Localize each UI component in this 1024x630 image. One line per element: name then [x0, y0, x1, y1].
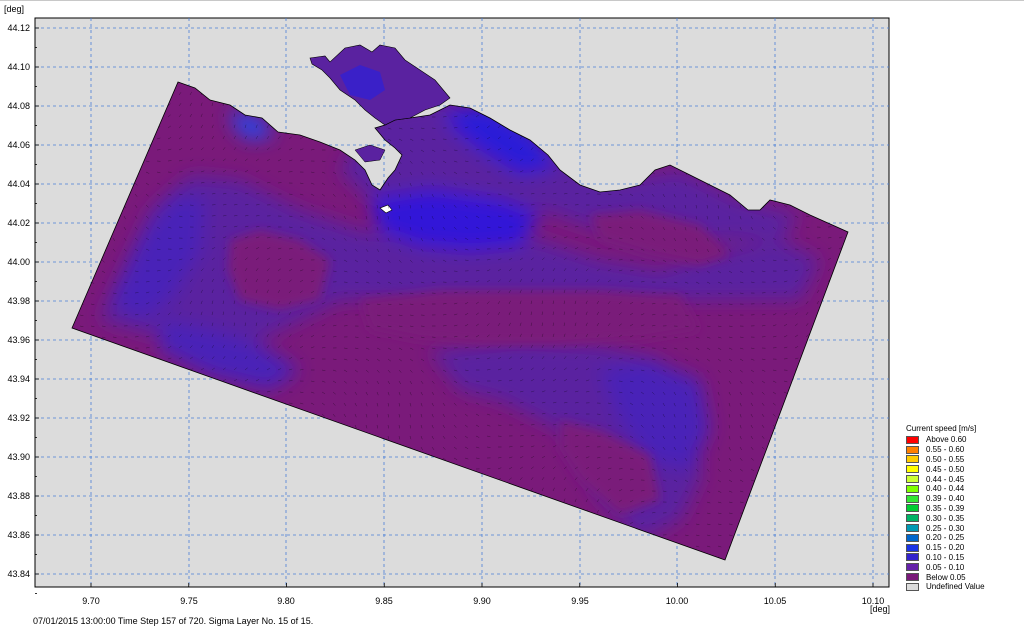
legend-item: 0.20 - 0.25: [906, 533, 1018, 543]
legend-swatch: [906, 524, 919, 533]
y-tick-label: 44.02: [7, 218, 30, 228]
y-tick-label: 44.12: [7, 23, 30, 33]
y-tick-label: 43.98: [7, 296, 30, 306]
legend-item-label: 0.44 - 0.45: [926, 474, 965, 484]
legend-swatch: [906, 582, 919, 591]
y-tick-label: 43.88: [7, 491, 30, 501]
field-below-005: [360, 290, 700, 345]
legend-item: Above 0.60: [906, 435, 1018, 445]
legend-item-label: 0.10 - 0.15: [926, 552, 965, 562]
legend-item: 0.15 - 0.20: [906, 543, 1018, 553]
y-tick-label: 43.96: [7, 335, 30, 345]
legend-item-label: Below 0.05: [926, 572, 966, 582]
legend-item-label: 0.35 - 0.39: [926, 503, 965, 513]
legend-swatch: [906, 455, 919, 464]
y-axis-unit-label: [deg]: [4, 4, 25, 14]
legend-item: 0.45 - 0.50: [906, 464, 1018, 474]
legend-swatch: [906, 514, 919, 523]
legend-item-label: 0.55 - 0.60: [926, 445, 965, 455]
legend-item-label: 0.40 - 0.44: [926, 484, 965, 494]
legend-swatch: [906, 465, 919, 474]
legend-swatch: [906, 484, 919, 493]
x-tick-label: 9.95: [571, 596, 589, 606]
legend-item: Undefined Value: [906, 582, 1018, 592]
y-axis: 44.12 44.10 44.08 44.06 44.04 44.02 44.0…: [7, 23, 30, 579]
legend-swatch: [906, 504, 919, 513]
x-tick-label: 10.00: [666, 596, 689, 606]
x-tick-label: 9.90: [473, 596, 491, 606]
y-tick-label: 44.00: [7, 257, 30, 267]
legend-swatch: [906, 533, 919, 542]
legend-item-label: 0.15 - 0.20: [926, 543, 965, 553]
x-tick-label: 10.05: [764, 596, 787, 606]
legend-swatch: [906, 475, 919, 484]
legend-item-label: 0.30 - 0.35: [926, 513, 965, 523]
legend-swatch: [906, 445, 919, 454]
y-tick-label: 44.06: [7, 140, 30, 150]
legend-item-label: 0.05 - 0.10: [926, 562, 965, 572]
x-tick-label: 9.75: [180, 596, 198, 606]
legend-item: 0.10 - 0.15: [906, 553, 1018, 563]
legend-item-label: Above 0.60: [926, 435, 967, 445]
y-tick-label: 44.04: [7, 179, 30, 189]
x-axis-unit-label: [deg]: [870, 604, 891, 614]
legend-swatch: [906, 543, 919, 552]
legend-title: Current speed [m/s]: [906, 424, 977, 433]
legend-item: 0.50 - 0.55: [906, 455, 1018, 465]
y-tick-label: 44.10: [7, 62, 30, 72]
legend-item: 0.25 - 0.30: [906, 523, 1018, 533]
legend-item: 0.35 - 0.39: [906, 504, 1018, 514]
x-tick-label: 9.85: [375, 596, 393, 606]
legend-item-label: 0.20 - 0.25: [926, 533, 965, 543]
y-tick-label: 43.90: [7, 452, 30, 462]
x-tick-label: 9.70: [82, 596, 100, 606]
legend-item-label: 0.45 - 0.50: [926, 464, 965, 474]
current-speed-map[interactable]: 44.12 44.10 44.08 44.06 44.04 44.02 44.0…: [0, 0, 1024, 630]
y-tick-label: 43.94: [7, 374, 30, 384]
legend-item: 0.44 - 0.45: [906, 474, 1018, 484]
legend-swatch: [906, 573, 919, 582]
x-axis: 9.70 9.75 9.80 9.85 9.90 9.95 10.00 10.0…: [82, 596, 884, 606]
legend-item: 0.40 - 0.44: [906, 484, 1018, 494]
legend: Current speed [m/s] Above 0.60 0.55 - 0.6…: [906, 424, 1018, 592]
legend-item: 0.05 - 0.10: [906, 562, 1018, 572]
legend-swatch: [906, 435, 919, 444]
legend-item-label: Undefined Value: [926, 582, 985, 592]
y-tick-label: 43.84: [7, 569, 30, 579]
legend-item-label: 0.25 - 0.30: [926, 523, 965, 533]
y-tick-label: 43.86: [7, 530, 30, 540]
legend-item-label: 0.50 - 0.55: [926, 454, 965, 464]
legend-item: 0.30 - 0.35: [906, 513, 1018, 523]
legend-swatch: [906, 494, 919, 503]
y-tick-label: 44.08: [7, 101, 30, 111]
legend-item: 0.55 - 0.60: [906, 445, 1018, 455]
legend-item-label: 0.39 - 0.40: [926, 494, 965, 504]
legend-swatch: [906, 553, 919, 562]
legend-item: 0.39 - 0.40: [906, 494, 1018, 504]
legend-item: Below 0.05: [906, 572, 1018, 582]
legend-rows: Above 0.60 0.55 - 0.60 0.50 - 0.55 0.45 - 0…: [906, 435, 1018, 592]
x-tick-label: 9.80: [277, 596, 295, 606]
legend-swatch: [906, 563, 919, 572]
status-bar-text: 07/01/2015 13:00:00 Time Step 157 of 720…: [33, 616, 314, 626]
y-tick-label: 43.92: [7, 413, 30, 423]
